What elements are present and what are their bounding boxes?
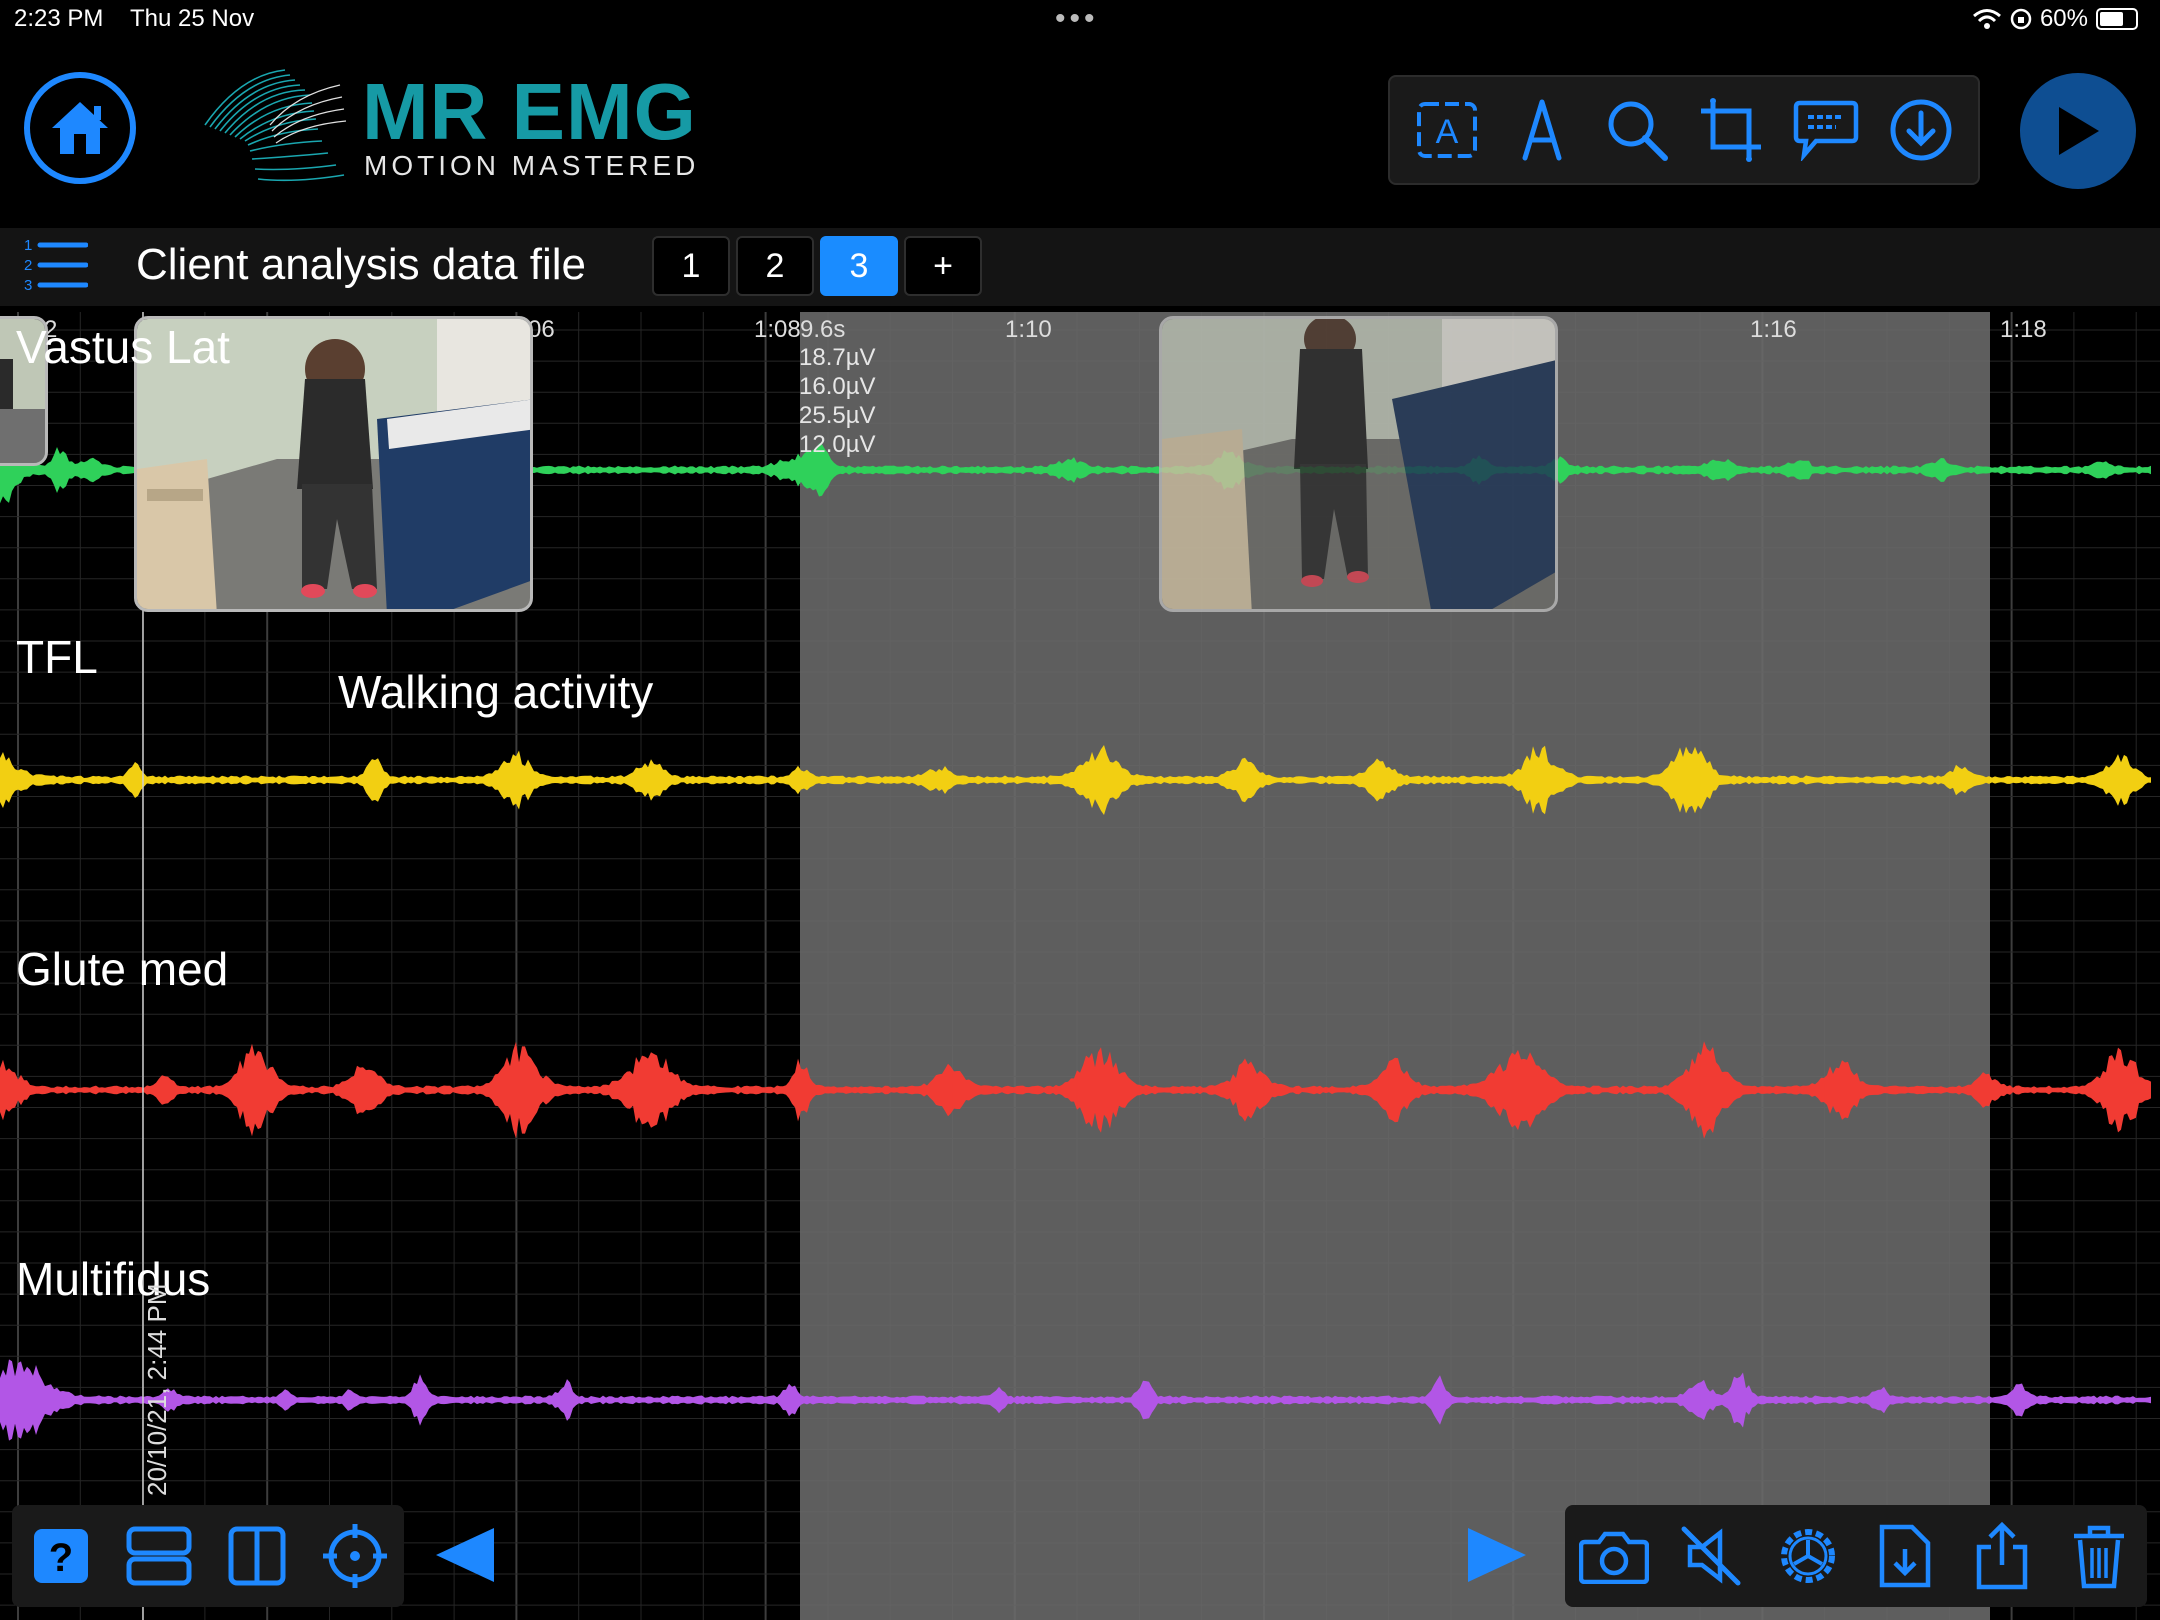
home-icon <box>52 102 108 154</box>
channel-label-glute-med: Glute med <box>16 943 229 995</box>
stacked-view-icon <box>126 1526 192 1586</box>
svg-text:1: 1 <box>24 237 32 254</box>
comment-icon <box>1793 100 1859 161</box>
share-button[interactable] <box>1964 1518 2040 1594</box>
split-view-button[interactable] <box>219 1518 295 1594</box>
tab-1[interactable]: 1 <box>652 236 730 296</box>
mute-button[interactable] <box>1673 1518 1749 1594</box>
cursor-time-readout: 9.6s <box>800 316 846 343</box>
play-icon <box>2059 107 2099 155</box>
tick-label: 1:18 <box>2000 316 2047 343</box>
value-tfl: 16.0µV <box>799 373 876 400</box>
export-file-icon <box>1879 1524 1930 1588</box>
download-icon <box>1890 99 1952 161</box>
value-multifidus: 12.0µV <box>799 431 876 458</box>
file-title: Client analysis data file <box>136 240 587 289</box>
crop-tool-button[interactable] <box>1693 92 1769 168</box>
status-date: Thu 25 Nov <box>130 5 255 32</box>
svg-text:3: 3 <box>24 277 32 294</box>
tick-label: 1:10 <box>1005 316 1052 343</box>
search-tool-button[interactable] <box>1599 92 1675 168</box>
next-arrow-icon <box>1468 1528 1526 1582</box>
comment-tool-button[interactable] <box>1788 92 1864 168</box>
cursor-value-readout: 18.7µV 16.0µV 25.5µV 12.0µV <box>799 343 876 459</box>
activity-annotation[interactable]: Walking activity <box>338 665 653 719</box>
orientation-lock-icon <box>2010 8 2032 30</box>
brand-title: MR EMG <box>362 67 697 156</box>
next-button[interactable] <box>1466 1526 1528 1589</box>
brand-logo: MR EMG MOTION MASTERED <box>200 65 710 195</box>
home-button[interactable] <box>24 72 136 184</box>
settings-button[interactable] <box>1770 1518 1846 1594</box>
battery-percent: 60% <box>2039 5 2088 32</box>
crop-icon <box>1701 98 1762 162</box>
wifi-icon <box>1972 9 2001 29</box>
camera-icon <box>1578 1531 1649 1584</box>
settings-gear-icon <box>1780 1529 1835 1583</box>
mute-icon <box>1681 1526 1740 1586</box>
svg-text:?: ? <box>49 1536 73 1580</box>
stacked-view-button[interactable] <box>121 1518 197 1594</box>
pen-icon <box>1522 99 1562 161</box>
battery-icon <box>2096 8 2138 30</box>
status-icons: 60% <box>1972 5 2138 33</box>
text-box-icon: A <box>1417 102 1478 158</box>
numbered-list-button[interactable]: 1 2 3 <box>22 236 89 299</box>
download-tool-button[interactable] <box>1883 92 1959 168</box>
value-glute-med: 25.5µV <box>799 402 876 429</box>
view-toolbar: ? <box>12 1505 404 1607</box>
camera-button[interactable] <box>1576 1518 1652 1594</box>
crosshair-button[interactable] <box>317 1518 393 1594</box>
trash-icon <box>2073 1525 2124 1589</box>
action-toolbar <box>1565 1505 2147 1607</box>
tick-label: 1:08 <box>754 316 801 343</box>
numbered-list-icon: 1 2 3 <box>24 237 89 294</box>
tab-3[interactable]: 3 <box>820 236 898 296</box>
pen-tool-button[interactable] <box>1504 92 1580 168</box>
tab-2[interactable]: 2 <box>736 236 814 296</box>
previous-arrow-icon <box>436 1528 494 1582</box>
logo-mark-icon <box>204 69 347 182</box>
svg-text:A: A <box>1436 113 1459 151</box>
split-view-icon <box>228 1526 286 1586</box>
text-box-tool-button[interactable]: A <box>1409 92 1485 168</box>
file-tabs: 1 2 3 + <box>652 236 982 296</box>
channel-label-tfl: TFL <box>16 631 98 683</box>
status-bar: 2:23 PM Thu 25 Nov ••• 60% <box>0 0 2160 40</box>
help-icon: ? <box>34 1529 88 1583</box>
svg-text:2: 2 <box>24 257 32 274</box>
channel-label-vastus-lat: Vastus Lat <box>16 321 230 373</box>
play-button[interactable] <box>2020 73 2136 189</box>
crosshair-icon <box>323 1524 387 1588</box>
search-icon <box>1608 101 1668 161</box>
video-thumbnail[interactable] <box>1159 316 1558 612</box>
multitasking-dots-icon[interactable]: ••• <box>1055 2 1099 36</box>
tick-label: 1:16 <box>1750 316 1797 343</box>
annotation-toolbar: A <box>1388 75 1980 185</box>
share-icon <box>1976 1521 2027 1590</box>
previous-button[interactable] <box>434 1526 496 1589</box>
channel-label-multifidus: Multifidus <box>16 1253 211 1305</box>
help-button[interactable]: ? <box>23 1518 99 1594</box>
add-tab-button[interactable]: + <box>904 236 982 296</box>
brand-tagline: MOTION MASTERED <box>364 150 700 181</box>
recording-timestamp: 20/10/21, 2:44 PM <box>142 1283 172 1496</box>
value-vastus-lat: 18.7µV <box>799 344 876 371</box>
status-time: 2:23 PM <box>14 5 104 32</box>
delete-button[interactable] <box>2061 1518 2137 1594</box>
export-file-button[interactable] <box>1867 1518 1943 1594</box>
